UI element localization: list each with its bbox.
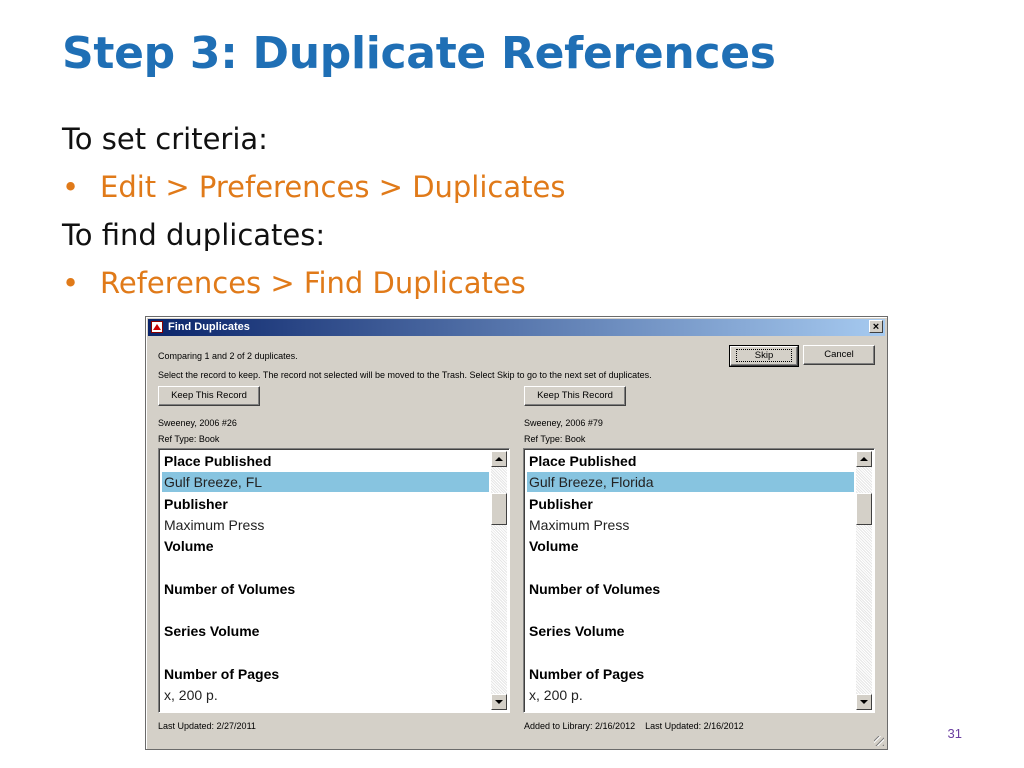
dialog-title: Find Duplicates [168, 321, 250, 333]
endnote-icon [151, 321, 163, 333]
field-label[interactable]: Number of Volumes [162, 579, 489, 599]
resize-grip-icon[interactable] [874, 736, 884, 746]
field-label[interactable]: Place Published [162, 451, 489, 471]
scroll-thumb[interactable] [491, 493, 507, 525]
scroll-up-icon[interactable] [856, 451, 872, 467]
keep-right-record-button[interactable]: Keep This Record [524, 386, 626, 406]
bullet-find-duplicates-text: References > Find Duplicates [100, 266, 526, 300]
field-value[interactable] [527, 600, 854, 620]
right-scrollbar[interactable] [856, 451, 872, 710]
field-value[interactable] [162, 558, 489, 578]
field-label[interactable]: Publisher [527, 494, 854, 514]
bullet-preferences: • Edit > Preferences > Duplicates [62, 170, 565, 204]
scroll-up-icon[interactable] [491, 451, 507, 467]
bullet-marker: • [62, 170, 80, 204]
page-number: 31 [947, 726, 962, 741]
field-value[interactable] [162, 600, 489, 620]
left-record-list[interactable]: Pages x, 200 p.Number of Pages Series Volu… [158, 448, 510, 713]
field-value[interactable] [162, 643, 489, 663]
close-button[interactable]: × [869, 320, 883, 333]
right-ref-type: Ref Type: Book [524, 434, 586, 444]
right-footer: Added to Library: 2/16/2012 Last Updated… [524, 721, 744, 731]
find-duplicates-dialog: Find Duplicates × Comparing 1 and 2 of 2… [145, 316, 888, 750]
bullet-preferences-text: Edit > Preferences > Duplicates [100, 170, 566, 204]
field-label[interactable]: Series Volume [162, 621, 489, 641]
close-icon: × [872, 321, 880, 333]
skip-button-label: Skip [735, 349, 793, 362]
field-label[interactable]: Pages [527, 707, 854, 712]
field-label[interactable]: Volume [162, 536, 489, 556]
field-value[interactable] [527, 643, 854, 663]
slide-title: Step 3: Duplicate References [62, 28, 776, 79]
field-label[interactable]: Volume [527, 536, 854, 556]
left-scrollbar[interactable] [491, 451, 507, 710]
field-value[interactable]: Gulf Breeze, FL [162, 472, 489, 493]
dialog-titlebar[interactable]: Find Duplicates × [148, 319, 885, 336]
cancel-button[interactable]: Cancel [803, 345, 875, 365]
field-label[interactable]: Number of Pages [162, 664, 489, 684]
find-duplicates-heading: To find duplicates: [62, 218, 326, 252]
field-value[interactable]: x, 200 p. [162, 685, 489, 705]
scroll-thumb[interactable] [856, 493, 872, 525]
comparing-status: Comparing 1 and 2 of 2 duplicates. [158, 351, 298, 361]
instructions-text: Select the record to keep. The record no… [158, 370, 652, 380]
bullet-find-duplicates: • References > Find Duplicates [62, 266, 526, 300]
skip-button[interactable]: Skip [729, 345, 799, 367]
left-footer: Last Updated: 2/27/2011 [158, 721, 256, 731]
right-citation: Sweeney, 2006 #79 [524, 418, 603, 428]
criteria-heading: To set criteria: [62, 122, 268, 156]
field-label[interactable]: Place Published [527, 451, 854, 471]
field-label[interactable]: Pages [162, 707, 489, 712]
scroll-down-icon[interactable] [491, 694, 507, 710]
field-value[interactable]: Maximum Press [527, 515, 854, 535]
field-label[interactable]: Number of Volumes [527, 579, 854, 599]
keep-left-record-button[interactable]: Keep This Record [158, 386, 260, 406]
field-label[interactable]: Number of Pages [527, 664, 854, 684]
field-label[interactable]: Publisher [162, 494, 489, 514]
field-label[interactable]: Series Volume [527, 621, 854, 641]
left-ref-type: Ref Type: Book [158, 434, 220, 444]
field-value[interactable]: Maximum Press [162, 515, 489, 535]
left-citation: Sweeney, 2006 #26 [158, 418, 237, 428]
field-value[interactable] [527, 558, 854, 578]
bullet-marker: • [62, 266, 80, 300]
right-record-list[interactable]: Pages x, 200 p.Number of Pages Series Volu… [523, 448, 875, 713]
field-value[interactable]: Gulf Breeze, Florida [527, 472, 854, 493]
scroll-down-icon[interactable] [856, 694, 872, 710]
field-value[interactable]: x, 200 p. [527, 685, 854, 705]
